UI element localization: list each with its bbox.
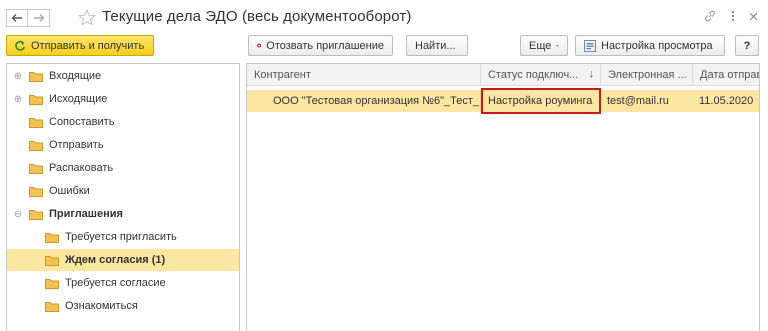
- left-toolbar: Отправить и получить: [6, 35, 155, 56]
- dropdown-arrow-icon: [556, 44, 559, 47]
- view-settings-button[interactable]: Настройка просмотра: [575, 35, 725, 56]
- tree-item-outgoing[interactable]: ⊕ Исходящие: [7, 88, 239, 110]
- find-label: Найти...: [415, 39, 456, 52]
- folder-icon: [45, 278, 59, 289]
- cell-email: test@mail.ru: [607, 95, 669, 107]
- folder-icon: [29, 94, 43, 105]
- tree-item-label: Исходящие: [49, 93, 108, 105]
- tree-item-label: Ознакомиться: [65, 300, 138, 312]
- expand-icon[interactable]: ⊕: [13, 71, 23, 82]
- tree-item-label: Ошибки: [49, 185, 90, 197]
- tree-item-label: Отправить: [49, 139, 104, 151]
- expand-icon[interactable]: ⊕: [13, 94, 23, 105]
- tree-item-need-consent[interactable]: Требуется согласие: [7, 272, 239, 294]
- folder-icon: [29, 163, 43, 174]
- tree-item-label: Распаковать: [49, 162, 114, 174]
- navigation-buttons: [6, 9, 50, 27]
- forward-button[interactable]: [28, 9, 50, 27]
- folder-tree: ⊕ Входящие ⊕ Исходящие Сопоставить Отпра…: [6, 63, 240, 331]
- folder-icon: [45, 255, 59, 266]
- cell-date: 11.05.2020: [699, 95, 754, 107]
- more-button[interactable]: Еще: [520, 35, 568, 56]
- folder-icon: [29, 186, 43, 197]
- folder-icon: [45, 301, 59, 312]
- tree-item-invitations[interactable]: ⊖ Приглашения: [7, 203, 239, 225]
- cell-counterparty: ООО "Тестовая организация №6"_Тест_: [247, 90, 481, 112]
- collapse-icon[interactable]: ⊖: [13, 209, 23, 220]
- help-label: ?: [743, 39, 751, 52]
- more-vertical-icon[interactable]: [731, 10, 735, 22]
- tree-item-match[interactable]: Сопоставить: [7, 111, 239, 133]
- folder-icon: [29, 117, 43, 128]
- column-header-counterparty[interactable]: Контрагент: [247, 64, 481, 86]
- tree-item-send[interactable]: Отправить: [7, 134, 239, 156]
- tree-item-incoming[interactable]: ⊕ Входящие: [7, 65, 239, 87]
- folder-icon: [29, 71, 43, 82]
- link-icon[interactable]: [703, 9, 717, 23]
- right-toolbar: Отозвать приглашение Найти... Еще Настро…: [248, 35, 760, 56]
- table-header: Контрагент Статус подключ... ↓ Электронн…: [247, 64, 759, 86]
- view-settings-icon: [584, 39, 596, 52]
- page-title: Текущие дела ЭДО (весь документооборот): [102, 8, 412, 25]
- star-icon: [77, 8, 97, 26]
- tree-item-unpack[interactable]: Распаковать: [7, 157, 239, 179]
- tree-item-label: Приглашения: [49, 208, 123, 220]
- tree-item-label: Сопоставить: [49, 116, 115, 128]
- tree-item-errors[interactable]: Ошибки: [7, 180, 239, 202]
- tree-item-label: Ждем согласия (1): [65, 254, 166, 266]
- title-bar: Текущие дела ЭДО (весь документооборот): [0, 0, 768, 34]
- revoke-invitation-button[interactable]: Отозвать приглашение: [248, 35, 393, 56]
- send-receive-label: Отправить и получить: [31, 39, 145, 52]
- documents-table: Контрагент Статус подключ... ↓ Электронн…: [246, 63, 760, 331]
- tree-item-review[interactable]: Ознакомиться: [7, 295, 239, 317]
- column-header-email[interactable]: Электронная ...: [601, 64, 693, 86]
- arrow-left-icon: [11, 14, 22, 22]
- cell-status-highlighted[interactable]: Настройка роуминга: [481, 88, 601, 114]
- window-controls: [703, 9, 758, 23]
- folder-icon: [29, 140, 43, 151]
- tree-item-need-invite[interactable]: Требуется пригласить: [7, 226, 239, 248]
- revoke-invitation-label: Отозвать приглашение: [266, 39, 384, 52]
- tree-item-label: Входящие: [49, 70, 102, 82]
- arrow-right-icon: [33, 14, 44, 22]
- stop-icon: [257, 43, 262, 48]
- view-settings-label: Настройка просмотра: [601, 39, 713, 52]
- tree-item-label: Требуется пригласить: [65, 231, 177, 243]
- help-button[interactable]: ?: [735, 35, 759, 56]
- column-header-status[interactable]: Статус подключ... ↓: [481, 64, 601, 86]
- send-receive-button[interactable]: Отправить и получить: [6, 35, 155, 56]
- tree-item-awaiting-consent[interactable]: Ждем согласия (1): [7, 249, 239, 271]
- sort-arrow-icon: ↓: [588, 68, 595, 80]
- find-button[interactable]: Найти...: [406, 35, 468, 56]
- refresh-icon: [15, 40, 25, 51]
- favorite-star-button[interactable]: [77, 8, 97, 29]
- tree-item-label: Требуется согласие: [65, 277, 166, 289]
- folder-icon: [29, 209, 43, 220]
- folder-icon: [45, 232, 59, 243]
- more-label: Еще: [529, 39, 552, 52]
- close-icon[interactable]: [749, 12, 758, 21]
- back-button[interactable]: [6, 9, 28, 27]
- column-header-date[interactable]: Дата отправ: [693, 64, 759, 86]
